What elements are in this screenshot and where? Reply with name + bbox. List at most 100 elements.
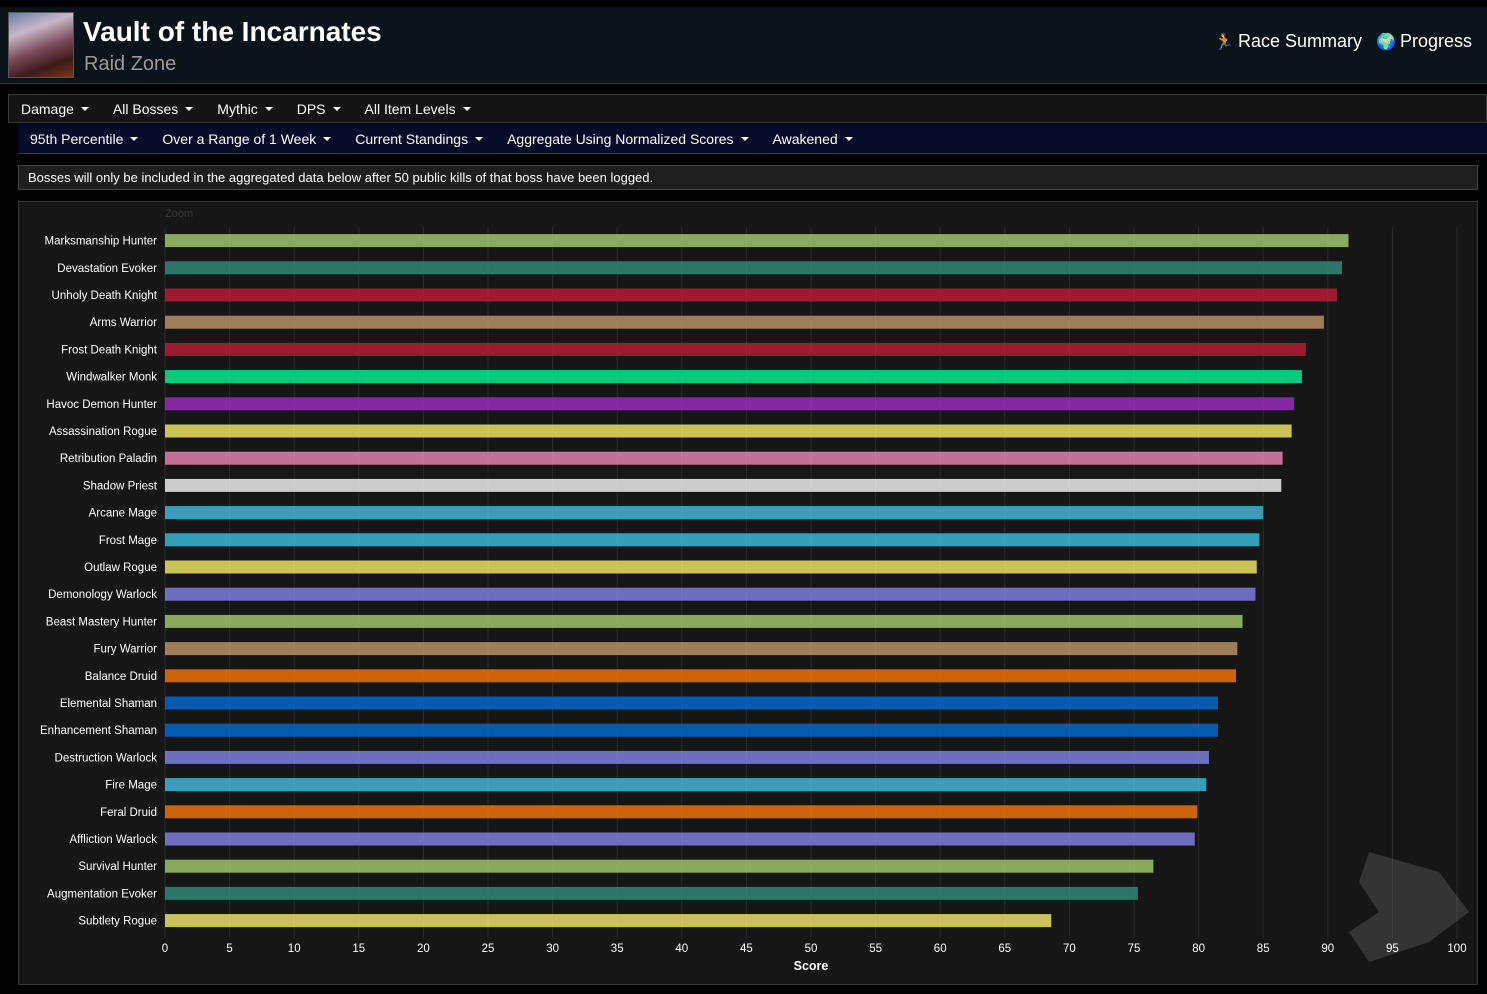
chart-bar[interactable] xyxy=(165,832,1195,846)
filter-metric-dropdown[interactable]: Damage xyxy=(9,101,101,117)
zoom-label: Zoom xyxy=(165,208,193,220)
zone-header: Vault of the Incarnates Raid Zone 🏃 Race… xyxy=(0,7,1487,84)
zone-image xyxy=(8,12,74,78)
chart-bar[interactable] xyxy=(165,750,1209,764)
progress-label: Progress xyxy=(1399,31,1472,51)
filter-label: Awakened xyxy=(772,130,838,147)
category-label: Assassination Rogue xyxy=(49,426,157,438)
x-tick-label: 40 xyxy=(675,943,688,955)
caret-down-icon xyxy=(332,106,341,111)
caret-down-icon xyxy=(80,106,89,111)
filter-label: Aggregate Using Normalized Scores xyxy=(507,130,734,147)
chart-bar[interactable] xyxy=(165,315,1324,329)
category-label: Survival Hunter xyxy=(78,861,157,873)
filter-difficulty-dropdown[interactable]: Mythic xyxy=(205,101,284,117)
caret-down-icon xyxy=(264,106,273,111)
chart-bar[interactable] xyxy=(165,288,1337,302)
x-tick-label: 70 xyxy=(1063,943,1076,955)
chart-bar[interactable] xyxy=(165,560,1257,574)
chart-bar[interactable] xyxy=(165,914,1052,928)
chart-bar[interactable] xyxy=(165,886,1138,900)
filter-label: Current Standings xyxy=(355,130,469,147)
chart-bar[interactable] xyxy=(165,261,1343,275)
chart-bar[interactable] xyxy=(165,723,1218,737)
chart-bar[interactable] xyxy=(165,669,1237,683)
x-tick-label: 55 xyxy=(869,943,882,955)
x-tick-label: 0 xyxy=(162,943,168,955)
category-label: Devastation Evoker xyxy=(57,263,157,275)
x-tick-label: 60 xyxy=(934,943,947,955)
filter-aggregate-dropdown[interactable]: Aggregate Using Normalized Scores xyxy=(495,131,760,147)
x-tick-label: 65 xyxy=(998,943,1011,955)
caret-down-icon xyxy=(323,136,332,141)
chart-bar[interactable] xyxy=(165,642,1238,656)
x-tick-label: 15 xyxy=(352,943,365,955)
caret-down-icon xyxy=(130,136,139,141)
chart-bar[interactable] xyxy=(165,370,1302,384)
chart-bar[interactable] xyxy=(165,859,1154,873)
filter-range-dropdown[interactable]: Over a Range of 1 Week xyxy=(150,131,343,147)
race-summary-link[interactable]: 🏃 Race Summary xyxy=(1214,31,1362,52)
chart-bar[interactable] xyxy=(165,451,1283,465)
chart-bars xyxy=(165,234,1349,928)
chart-bar[interactable] xyxy=(165,778,1207,792)
x-tick-label: 20 xyxy=(417,943,430,955)
chart-category-labels: Marksmanship Hunter Devastation Evoker Unh… xyxy=(40,236,158,928)
score-bar-chart[interactable]: Zoom Marksmanship Hunter Devastation Evok… xyxy=(19,202,1477,984)
filter-label: 95th Percentile xyxy=(30,130,124,147)
category-label: Fury Warrior xyxy=(94,644,158,656)
chart-bar[interactable] xyxy=(165,696,1218,710)
chart-bar[interactable] xyxy=(165,506,1264,520)
x-tick-label: 10 xyxy=(288,943,301,955)
category-label: Demonology Warlock xyxy=(48,589,157,601)
filter-label: Mythic xyxy=(217,100,258,117)
category-label: Subtlety Rogue xyxy=(78,916,157,928)
primary-filter-bar: Damage All Bosses Mythic DPS All Item Le… xyxy=(8,94,1487,123)
category-label: Outlaw Rogue xyxy=(84,562,157,574)
caret-down-icon xyxy=(740,136,749,141)
chart-bar[interactable] xyxy=(165,533,1260,547)
filter-percentile-dropdown[interactable]: 95th Percentile xyxy=(18,131,150,147)
category-label: Frost Death Knight xyxy=(61,344,158,356)
chart-bar[interactable] xyxy=(165,234,1349,248)
category-label: Enhancement Shaman xyxy=(40,725,157,737)
chart-bar[interactable] xyxy=(165,424,1292,438)
x-tick-label: 25 xyxy=(482,943,495,955)
filter-label: All Item Levels xyxy=(364,100,456,117)
category-label: Marksmanship Hunter xyxy=(45,236,158,248)
chart-bar[interactable] xyxy=(165,805,1198,819)
filter-affix-dropdown[interactable]: Awakened xyxy=(761,131,865,147)
chart-bar[interactable] xyxy=(165,478,1282,492)
chart-bar[interactable] xyxy=(165,614,1243,628)
category-label: Arms Warrior xyxy=(90,317,157,329)
x-tick-label: 75 xyxy=(1128,943,1141,955)
caret-down-icon xyxy=(462,106,471,111)
category-label: Shadow Priest xyxy=(83,480,158,492)
filter-label: All Bosses xyxy=(112,100,179,117)
caret-down-icon xyxy=(185,106,194,111)
category-label: Frost Mage xyxy=(99,535,157,547)
x-tick-label: 45 xyxy=(740,943,753,955)
chart-bar[interactable] xyxy=(165,397,1295,411)
secondary-filter-bar: 95th Percentile Over a Range of 1 Week C… xyxy=(18,124,1487,154)
chart-bar[interactable] xyxy=(165,587,1256,601)
filter-standings-dropdown[interactable]: Current Standings xyxy=(343,131,495,147)
category-label: Feral Druid xyxy=(100,807,157,819)
category-label: Beast Mastery Hunter xyxy=(46,616,157,628)
category-label: Unholy Death Knight xyxy=(52,290,158,302)
x-tick-label: 100 xyxy=(1447,943,1466,955)
progress-link[interactable]: 🌍 Progress xyxy=(1376,31,1472,52)
category-label: Destruction Warlock xyxy=(55,752,158,764)
filter-boss-dropdown[interactable]: All Bosses xyxy=(101,101,205,117)
filter-itemlevel-dropdown[interactable]: All Item Levels xyxy=(353,101,483,117)
category-label: Havoc Demon Hunter xyxy=(46,399,157,411)
chart-grid xyxy=(164,227,1458,939)
category-label: Arcane Mage xyxy=(89,508,157,520)
category-label: Fire Mage xyxy=(105,780,157,792)
filter-role-dropdown[interactable]: DPS xyxy=(285,101,353,117)
chart-bar[interactable] xyxy=(165,342,1306,356)
aggregation-notice: Bosses will only be included in the aggr… xyxy=(18,165,1478,190)
chart-x-ticks: 0510152025303540455055606570758085909510… xyxy=(162,943,1467,955)
x-axis-title: Score xyxy=(794,959,829,973)
page-subtitle: Raid Zone xyxy=(84,53,177,75)
